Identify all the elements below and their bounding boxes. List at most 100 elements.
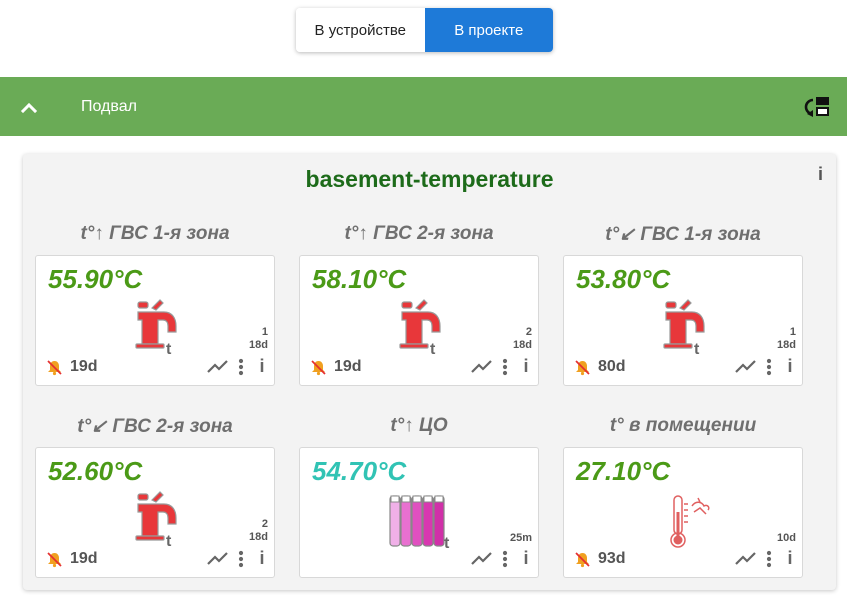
widget-actions: i — [207, 356, 266, 377]
info-button[interactable]: i — [258, 356, 266, 377]
more-vertical-icon — [766, 550, 772, 567]
bell-off-icon — [575, 359, 590, 375]
meta-age: 18d — [513, 339, 532, 351]
more-vertical-icon — [238, 550, 244, 567]
trend-button[interactable] — [207, 550, 229, 568]
meta-channel: 1 — [261, 326, 268, 338]
layout-switch-icon — [804, 97, 829, 117]
alarm-age: 19d — [310, 358, 362, 376]
widget-actions: i — [735, 548, 794, 569]
card-info-button[interactable]: i — [818, 164, 823, 185]
widget-meta: 2 18d — [513, 326, 532, 352]
meta-age: 18d — [249, 339, 268, 351]
more-vertical-icon — [502, 550, 508, 567]
toggle-project-button[interactable]: В проекте — [424, 8, 553, 52]
widget-actions: i — [735, 356, 794, 377]
meta-age: 18d — [777, 339, 796, 351]
alarm-age: 19d — [46, 550, 98, 568]
chevron-up-icon — [20, 102, 38, 113]
info-button[interactable]: i — [522, 548, 530, 569]
alarm-age: 80d — [574, 358, 626, 376]
widget-tile[interactable]: 53.80°C t 1 18d 80d i — [563, 255, 803, 386]
radiator-icon: t — [388, 494, 454, 552]
bell-off-icon — [575, 551, 590, 567]
faucet-icon: t — [130, 298, 182, 358]
widget-actions: i — [471, 548, 530, 569]
temperature-value: 58.10°C — [312, 264, 407, 294]
temperature-value: 27.10°C — [576, 456, 671, 486]
widget-meta: 1 18d — [777, 326, 796, 352]
widget-label: t°↑ ГВС 1-я зона — [80, 223, 230, 244]
meta-age: 10d — [777, 532, 796, 544]
trend-button[interactable] — [471, 358, 493, 376]
alarm-age-text: 80d — [598, 358, 626, 375]
faucet-icon: t — [394, 298, 446, 358]
thermometer-icon — [664, 494, 714, 550]
trend-chart-icon — [471, 359, 492, 373]
widget-tile[interactable]: 54.70°C t 25m i — [299, 447, 539, 578]
meta-age: 25m — [509, 532, 532, 544]
alarm-age-text: 19d — [334, 358, 362, 375]
trend-chart-icon — [207, 551, 228, 565]
bell-off-icon — [311, 359, 326, 375]
widget-label: t° в помещении — [609, 415, 757, 436]
temperature-value: 55.90°C — [48, 264, 143, 294]
trend-button[interactable] — [471, 550, 493, 568]
widget-label: t°↙ ГВС 1-я зона — [605, 224, 761, 245]
view-toggle: В устройстве В проекте — [296, 8, 553, 52]
widget-meta: 2 18d — [249, 518, 268, 544]
meta-channel: 2 — [261, 518, 268, 530]
widget-tile[interactable]: 55.90°C t 1 18d 19d i — [35, 255, 275, 386]
alarm-age: 93d — [574, 550, 626, 568]
info-button[interactable]: i — [786, 356, 794, 377]
alarm-age-text: 19d — [70, 550, 98, 567]
more-button[interactable] — [765, 358, 773, 376]
info-button[interactable]: i — [258, 548, 266, 569]
widget-label: t°↑ ЦО — [390, 415, 448, 436]
section-layout-button[interactable] — [803, 94, 831, 120]
temperature-value: 54.70°C — [312, 456, 407, 486]
meta-channel: 2 — [525, 326, 532, 338]
collapse-button[interactable] — [0, 77, 58, 136]
more-button[interactable] — [501, 358, 509, 376]
section-header: Подвал — [0, 77, 847, 136]
faucet-icon: t — [658, 298, 710, 358]
temperature-value: 53.80°C — [576, 264, 671, 294]
bell-off-icon — [47, 551, 62, 567]
widget-actions: i — [207, 548, 266, 569]
more-vertical-icon — [502, 358, 508, 375]
widget-label: t°↑ ГВС 2-я зона — [344, 223, 494, 244]
trend-chart-icon — [207, 359, 228, 373]
widget-tile[interactable]: 27.10°C 10d 93d i — [563, 447, 803, 578]
alarm-age-text: 93d — [598, 550, 626, 567]
section-title: Подвал — [81, 97, 137, 115]
bell-off-icon — [47, 359, 62, 375]
svg-text:t: t — [166, 533, 172, 550]
widget-tile[interactable]: 58.10°C t 2 18d 19d i — [299, 255, 539, 386]
meta-channel: 1 — [789, 326, 796, 338]
more-button[interactable] — [237, 550, 245, 568]
trend-chart-icon — [735, 551, 756, 565]
more-button[interactable] — [501, 550, 509, 568]
toggle-device-button[interactable]: В устройстве — [296, 8, 425, 52]
widget-meta: 1 18d — [249, 326, 268, 352]
more-vertical-icon — [766, 358, 772, 375]
more-vertical-icon — [238, 358, 244, 375]
more-button[interactable] — [765, 550, 773, 568]
svg-text:t: t — [694, 341, 700, 358]
alarm-age: 19d — [46, 358, 98, 376]
svg-text:t: t — [430, 341, 436, 358]
trend-button[interactable] — [207, 358, 229, 376]
widget-label: t°↙ ГВС 2-я зона — [77, 416, 233, 437]
info-button[interactable]: i — [786, 548, 794, 569]
trend-chart-icon — [735, 359, 756, 373]
info-button[interactable]: i — [522, 356, 530, 377]
more-button[interactable] — [237, 358, 245, 376]
trend-chart-icon — [471, 551, 492, 565]
widget-tile[interactable]: 52.60°C t 2 18d 19d i — [35, 447, 275, 578]
trend-button[interactable] — [735, 358, 757, 376]
trend-button[interactable] — [735, 550, 757, 568]
svg-text:t: t — [166, 341, 172, 358]
widget-actions: i — [471, 356, 530, 377]
faucet-icon: t — [130, 490, 182, 550]
